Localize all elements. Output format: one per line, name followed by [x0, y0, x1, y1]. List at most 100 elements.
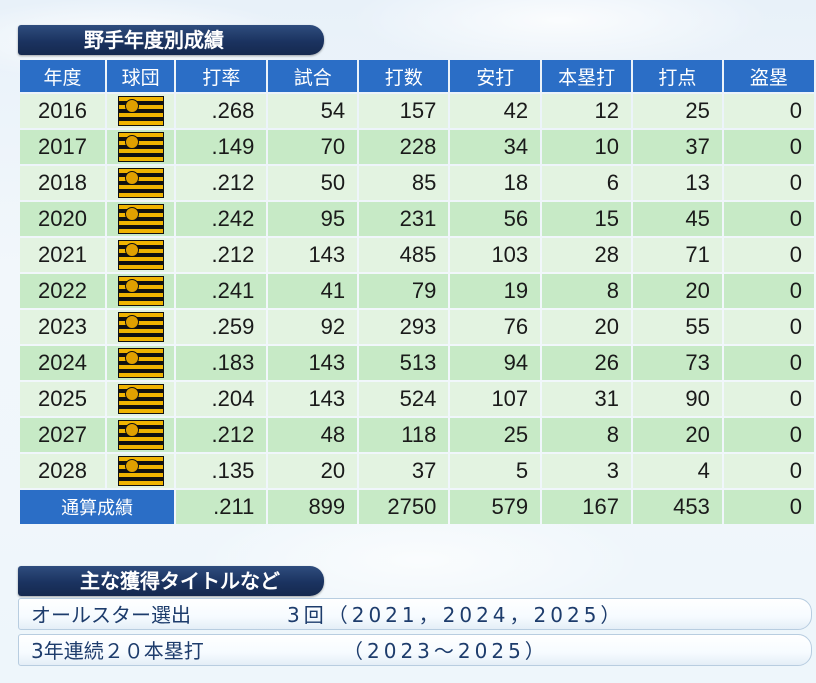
cell-avg: .212: [176, 418, 267, 452]
cell-avg: .183: [176, 346, 267, 380]
title-item: 3年連続２０本塁打 （2023～2025）: [18, 634, 812, 666]
cell-home-runs: 8: [542, 418, 631, 452]
cell-at-bats: 485: [359, 238, 449, 272]
cell-home-runs: 28: [542, 238, 631, 272]
cell-hits: 34: [450, 130, 541, 164]
cell-year: 2020: [20, 202, 105, 236]
totals-home-runs: 167: [542, 490, 631, 524]
cell-rbi: 4: [633, 454, 722, 488]
cell-home-runs: 12: [542, 94, 631, 128]
cell-games: 54: [268, 94, 358, 128]
cell-steals: 0: [723, 382, 814, 416]
cell-rbi: 73: [633, 346, 722, 380]
cell-steals: 0: [723, 454, 814, 488]
table-row: 2028 .135 20 37 5 3 4 0: [20, 454, 814, 488]
cell-avg: .212: [176, 166, 267, 200]
cell-home-runs: 26: [542, 346, 631, 380]
title-item-name: オールスター選出: [31, 603, 191, 627]
cell-team: [106, 166, 175, 200]
cell-at-bats: 157: [359, 94, 449, 128]
stats-header-row: 年度 球団 打率 試合 打数 安打 本塁打 打点 盗塁: [20, 60, 814, 92]
cell-rbi: 13: [633, 166, 722, 200]
titles-section-header: 主な獲得タイトルなど: [18, 566, 324, 596]
cell-home-runs: 15: [542, 202, 631, 236]
column-header-games: 試合: [268, 60, 358, 92]
cell-games: 41: [268, 274, 358, 308]
cell-hits: 42: [450, 94, 541, 128]
cell-home-runs: 20: [542, 310, 631, 344]
column-header-avg: 打率: [176, 60, 267, 92]
cell-year: 2016: [20, 94, 105, 128]
table-row: 2018 .212 50 85 18 6 13 0: [20, 166, 814, 200]
totals-label: 通算成績: [20, 490, 175, 524]
cell-home-runs: 31: [542, 382, 631, 416]
table-row: 2027 .212 48 118 25 8 20 0: [20, 418, 814, 452]
cell-avg: .204: [176, 382, 267, 416]
cell-avg: .259: [176, 310, 267, 344]
cell-year: 2017: [20, 130, 105, 164]
cell-steals: 0: [723, 166, 814, 200]
tigers-logo-icon: [117, 312, 164, 342]
totals-row: 通算成績 .211 899 2750 579 167 453 0: [20, 490, 814, 524]
cell-team: [106, 238, 175, 272]
column-header-home-runs: 本塁打: [542, 60, 631, 92]
title-item: オールスター選出 3回（2021，2024，2025）: [18, 598, 812, 630]
cell-games: 143: [268, 346, 358, 380]
cell-rbi: 55: [633, 310, 722, 344]
table-row: 2024 .183 143 513 94 26 73 0: [20, 346, 814, 380]
cell-home-runs: 3: [542, 454, 631, 488]
cell-year: 2024: [20, 346, 105, 380]
table-row: 2025 .204 143 524 107 31 90 0: [20, 382, 814, 416]
table-row: 2023 .259 92 293 76 20 55 0: [20, 310, 814, 344]
cell-team: [106, 382, 175, 416]
cell-rbi: 45: [633, 202, 722, 236]
cell-avg: .149: [176, 130, 267, 164]
cell-year: 2027: [20, 418, 105, 452]
cell-at-bats: 524: [359, 382, 449, 416]
totals-avg: .211: [176, 490, 267, 524]
tigers-logo-icon: [117, 348, 164, 378]
tigers-logo-icon: [117, 420, 164, 450]
table-row: 2022 .241 41 79 19 8 20 0: [20, 274, 814, 308]
cell-team: [106, 274, 175, 308]
tigers-logo-icon: [117, 276, 164, 306]
cell-avg: .135: [176, 454, 267, 488]
cell-avg: .241: [176, 274, 267, 308]
cell-year: 2023: [20, 310, 105, 344]
tigers-logo-icon: [117, 240, 164, 270]
cell-games: 70: [268, 130, 358, 164]
cell-rbi: 25: [633, 94, 722, 128]
column-header-team: 球団: [106, 60, 175, 92]
cell-games: 143: [268, 382, 358, 416]
cell-hits: 76: [450, 310, 541, 344]
cell-hits: 94: [450, 346, 541, 380]
column-header-rbi: 打点: [633, 60, 722, 92]
cell-home-runs: 8: [542, 274, 631, 308]
totals-games: 899: [268, 490, 358, 524]
cell-hits: 19: [450, 274, 541, 308]
cell-avg: .242: [176, 202, 267, 236]
cell-games: 20: [268, 454, 358, 488]
table-row: 2016 .268 54 157 42 12 25 0: [20, 94, 814, 128]
title-item-name: 3年連続２０本塁打: [31, 639, 204, 663]
cell-hits: 5: [450, 454, 541, 488]
cell-at-bats: 231: [359, 202, 449, 236]
cell-year: 2022: [20, 274, 105, 308]
tigers-logo-icon: [117, 384, 164, 414]
title-item-detail: 3回（2021，2024，2025）: [287, 603, 625, 627]
column-header-steals: 盗塁: [723, 60, 814, 92]
column-header-hits: 安打: [450, 60, 541, 92]
cell-steals: 0: [723, 94, 814, 128]
cell-year: 2025: [20, 382, 105, 416]
cell-hits: 107: [450, 382, 541, 416]
cell-steals: 0: [723, 274, 814, 308]
cell-rbi: 90: [633, 382, 722, 416]
cell-hits: 18: [450, 166, 541, 200]
cell-home-runs: 6: [542, 166, 631, 200]
cell-steals: 0: [723, 202, 814, 236]
cell-rbi: 20: [633, 418, 722, 452]
totals-steals: 0: [723, 490, 814, 524]
cell-steals: 0: [723, 418, 814, 452]
cell-team: [106, 310, 175, 344]
totals-at-bats: 2750: [359, 490, 449, 524]
